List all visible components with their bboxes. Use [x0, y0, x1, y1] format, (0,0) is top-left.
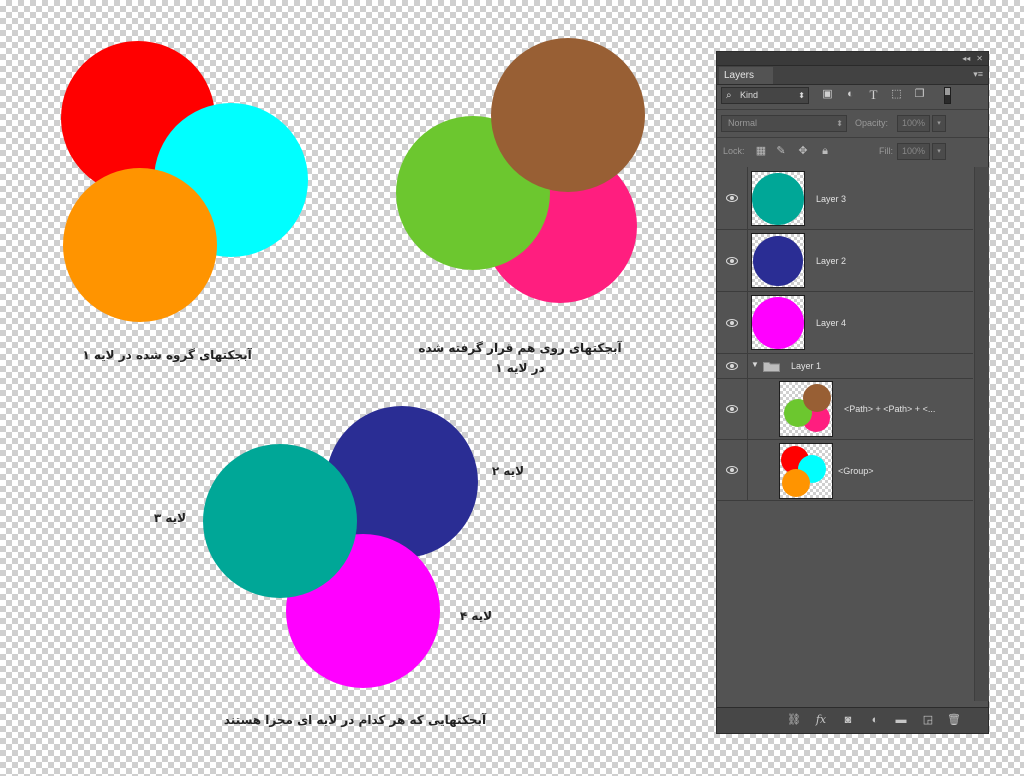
grouped-objects[interactable] — [61, 41, 308, 322]
panel-menu-icon[interactable]: ▾≡ — [973, 69, 983, 80]
eye-icon — [726, 466, 738, 474]
blend-row: Normal ⬍ Opacity: 100% ▾ — [721, 115, 984, 133]
lock-label: Lock: — [723, 146, 745, 156]
updown-arrow-icon: ⬍ — [798, 91, 805, 100]
visibility-toggle[interactable] — [717, 292, 748, 353]
collapse-panel-icon[interactable]: ◂◂ — [962, 54, 970, 63]
layer-name: <Group> — [838, 466, 874, 476]
layer-thumbnail — [751, 233, 805, 288]
separate-layer-objects[interactable] — [203, 406, 478, 688]
layers-scrollbar[interactable] — [974, 167, 989, 701]
opacity-field[interactable]: 100% — [897, 115, 930, 132]
panel-bottom-toolbar: ⛓ fx ◙ ◐ ▬ ◲ 🗑︎ — [717, 707, 988, 733]
layer-name: Layer 2 — [816, 256, 847, 266]
eye-icon — [726, 194, 738, 202]
label-layer-4: لایه ۴ — [459, 609, 493, 623]
layer-row-layer-2[interactable]: Layer 2 — [717, 230, 973, 292]
adjustment-layer-filter-icon[interactable]: ◐ — [844, 88, 857, 101]
thumbnail-art — [752, 297, 804, 349]
tab-layers[interactable]: Layers — [719, 67, 773, 84]
divider — [717, 137, 988, 138]
fill-dropdown-icon[interactable]: ▾ — [932, 143, 946, 160]
close-panel-icon[interactable]: ✕ — [976, 54, 983, 63]
visibility-toggle[interactable] — [717, 379, 748, 439]
fx-icon[interactable]: fx — [814, 714, 828, 726]
caption-grouped: آبجکتهای گروه شده در لایه ۱ — [82, 348, 252, 362]
lock-all-icon[interactable]: 🔒︎ — [819, 145, 831, 157]
layer-name: <Path> + <Path> + <... — [844, 404, 936, 414]
search-icon: ⌕ — [726, 90, 732, 101]
new-layer-icon[interactable]: ◲ — [921, 714, 935, 726]
thumbnail-art — [781, 446, 826, 497]
expand-triangle-icon[interactable]: ▼ — [751, 360, 759, 369]
eye-icon — [726, 319, 738, 327]
shape-layer-filter-icon[interactable]: ⬚ — [890, 88, 903, 101]
filter-toggle-switch[interactable] — [944, 87, 951, 104]
thumbnail-art — [752, 173, 804, 225]
eye-icon — [726, 362, 738, 370]
opacity-dropdown-icon[interactable]: ▾ — [932, 115, 946, 132]
layer-thumbnail — [751, 171, 805, 226]
lock-image-pixels-icon[interactable]: ✎ — [775, 145, 787, 157]
new-group-icon[interactable]: ▬ — [894, 714, 908, 726]
layer-name: Layer 4 — [816, 318, 847, 328]
panel-title-bar: ◂◂ ✕ — [717, 52, 988, 66]
brown-circle[interactable] — [491, 38, 645, 192]
label-layer-2: لایه ۲ — [491, 464, 525, 478]
filter-row: ⌕ Kind ⬍ ▣ ◐ T ⬚ ❐ — [721, 87, 984, 105]
layer-row-layer-3[interactable]: Layer 3 — [717, 167, 973, 230]
link-layers-icon[interactable]: ⛓ — [787, 714, 801, 726]
orange-circle[interactable] — [63, 168, 217, 322]
adjustment-layer-icon[interactable]: ◐ — [868, 714, 882, 726]
filter-kind-value: Kind — [740, 90, 759, 100]
layer-row-layer-4[interactable]: Layer 4 — [717, 292, 973, 354]
pixel-layer-filter-icon[interactable]: ▣ — [821, 88, 834, 101]
layers-list: Layer 3 Layer 2 Layer 4 ▼ Layer 1 <Path>… — [717, 167, 973, 701]
eye-icon — [726, 257, 738, 265]
lock-transparency-icon[interactable]: ▦ — [755, 145, 767, 157]
indent-guide — [747, 440, 748, 500]
layer-row-paths[interactable]: <Path> + <Path> + <... — [717, 379, 973, 440]
layer-thumbnail — [779, 381, 833, 437]
thumbnail-art — [753, 236, 803, 286]
divider — [717, 109, 988, 110]
opacity-label: Opacity: — [855, 118, 889, 128]
indent-guide — [747, 379, 748, 439]
visibility-toggle[interactable] — [717, 440, 748, 500]
caption-stacked-line2: در لایه ۱ — [495, 361, 545, 375]
stacked-objects[interactable] — [396, 38, 645, 303]
trash-icon[interactable]: 🗑︎ — [947, 714, 961, 726]
layer-row-group[interactable]: <Group> — [717, 440, 973, 501]
teal-circle[interactable] — [203, 444, 357, 598]
layer-name: Layer 1 — [791, 361, 822, 371]
eye-icon — [726, 405, 738, 413]
fill-label: Fill: — [879, 146, 893, 156]
layer-thumbnail — [751, 295, 805, 350]
caption-separate: آبجکتهایی که هر کدام در لایه ای مجزا هست… — [223, 713, 487, 727]
blend-mode-value: Normal — [728, 118, 758, 128]
thumbnail-art — [784, 384, 831, 432]
visibility-toggle[interactable] — [717, 230, 748, 291]
visibility-toggle[interactable] — [717, 354, 748, 378]
add-mask-icon[interactable]: ◙ — [841, 714, 855, 726]
layer-name: Layer 3 — [816, 194, 847, 204]
folder-icon — [763, 362, 780, 372]
type-layer-filter-icon[interactable]: T — [867, 88, 880, 101]
label-layer-3: لایه ۳ — [153, 511, 187, 525]
fill-field[interactable]: 100% — [897, 143, 930, 160]
visibility-toggle[interactable] — [717, 167, 748, 229]
lock-position-icon[interactable]: ✥ — [797, 145, 809, 157]
updown-arrow-icon: ⬍ — [836, 119, 843, 128]
blend-mode-select[interactable]: Normal ⬍ — [721, 115, 847, 132]
panel-tab-bar: Layers ▾≡ — [717, 66, 988, 85]
layer-row-layer-1-group[interactable]: ▼ Layer 1 — [717, 354, 973, 379]
layers-panel: ◂◂ ✕ Layers ▾≡ ⌕ Kind ⬍ ▣ ◐ T ⬚ ❐ Normal… — [716, 51, 989, 734]
caption-stacked-line1: آبجکتهای روی هم قرار گرفته شده — [418, 341, 622, 355]
lock-row: Lock: ▦ ✎ ✥ 🔒︎ Fill: 100% ▾ — [721, 143, 984, 161]
layer-thumbnail — [779, 443, 833, 499]
smart-object-filter-icon[interactable]: ❐ — [913, 88, 926, 101]
filter-kind-select[interactable]: ⌕ Kind ⬍ — [721, 87, 809, 104]
